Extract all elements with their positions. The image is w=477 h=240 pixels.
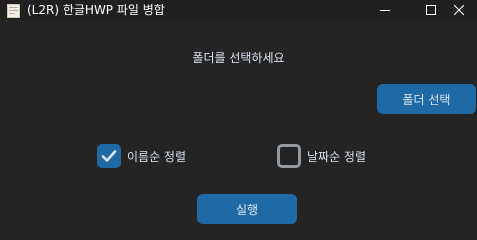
app-window: (L2R) 한글HWP 파일 병합 폴더를 선택하세요 폴더 선택 이름순 정렬… [0,0,477,234]
sort-by-name-label: 이름순 정렬 [127,149,187,164]
sort-by-name-box[interactable] [97,144,121,168]
title-bar[interactable]: (L2R) 한글HWP 파일 병합 [0,0,477,20]
checkmark-icon [101,150,117,162]
sort-by-date-label: 날짜순 정렬 [307,149,367,164]
sort-by-date-box[interactable] [277,144,301,168]
maximize-icon [426,5,436,15]
select-folder-button-label: 폴더 선택 [402,92,451,107]
window-title: (L2R) 한글HWP 파일 병합 [27,3,165,17]
close-button[interactable] [454,0,477,20]
close-icon [454,5,464,15]
folder-prompt-label: 폴더를 선택하세요 [192,51,285,65]
maximize-button[interactable] [408,0,454,20]
run-button[interactable]: 실행 [197,194,297,224]
app-icon [7,3,20,18]
sort-by-date-checkbox[interactable]: 날짜순 정렬 [277,144,366,168]
minimize-icon [380,10,390,11]
select-folder-button[interactable]: 폴더 선택 [377,84,476,114]
sort-by-name-checkbox[interactable]: 이름순 정렬 [97,144,186,168]
minimize-button[interactable] [362,0,408,20]
run-button-label: 실행 [235,202,259,217]
